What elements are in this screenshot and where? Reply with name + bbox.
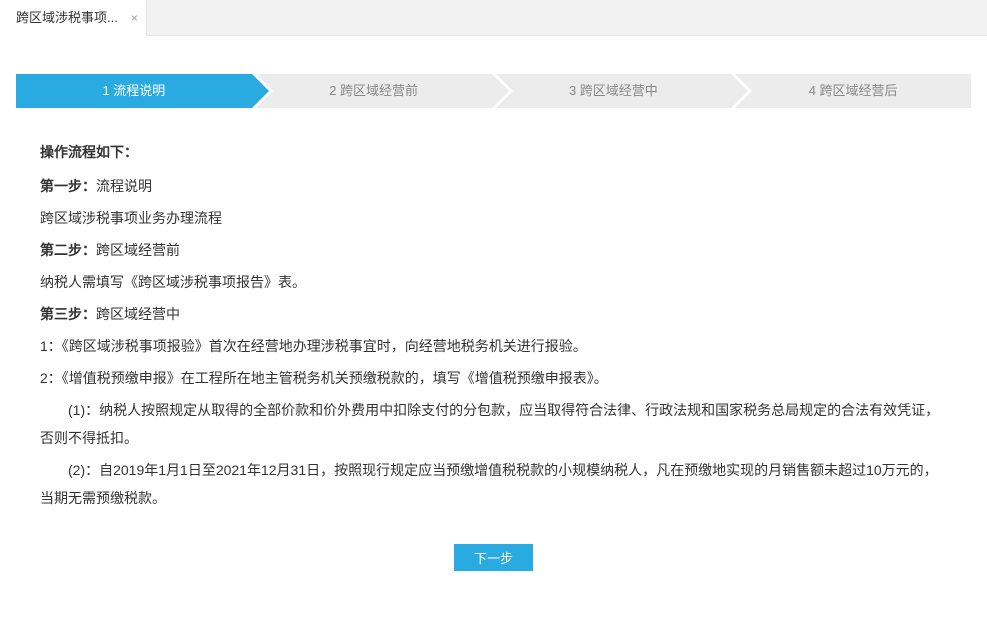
next-button[interactable]: 下一步	[454, 544, 533, 571]
step1-heading: 第一步：流程说明	[40, 172, 947, 200]
step2-title: 跨区域经营前	[96, 242, 180, 258]
content-headline: 操作流程如下：	[40, 138, 947, 166]
step-label: 流程说明	[113, 83, 165, 98]
step-process-desc[interactable]: 1 流程说明	[16, 74, 252, 108]
step1-title: 流程说明	[96, 178, 152, 194]
step3-line1: 1：《跨区域涉税事项报验》首次在经营地办理涉税事宜时，向经营地税务机关进行报验。	[40, 332, 947, 360]
step-after-op[interactable]: 4 跨区域经营后	[735, 74, 971, 108]
step3-sub2: (2)：自2019年1月1日至2021年12月31日，按照现行规定应当预缴增值税…	[40, 456, 947, 512]
step3-sub1: (1)：纳税人按照规定从取得的全部价款和价外费用中扣除支付的分包款，应当取得符合…	[40, 396, 947, 452]
step3-line2: 2：《增值税预缴申报》在工程所在地主管税务机关预缴税款的，填写《增值税预缴申报表…	[40, 364, 947, 392]
step2-heading: 第二步：跨区域经营前	[40, 236, 947, 264]
step-during-op[interactable]: 3 跨区域经营中	[496, 74, 732, 108]
step-before-op[interactable]: 2 跨区域经营前	[256, 74, 492, 108]
step3-heading: 第三步：跨区域经营中	[40, 300, 947, 328]
step1-label: 第一步：	[40, 178, 96, 194]
step-indicator: 1 流程说明 2 跨区域经营前 3 跨区域经营中 4 跨区域经营后	[0, 74, 987, 108]
close-icon[interactable]: ×	[131, 12, 138, 24]
step-label: 跨区域经营前	[340, 83, 418, 98]
step-num: 3	[569, 83, 576, 98]
footer: 下一步	[0, 516, 987, 581]
tab-cross-region[interactable]: 跨区域涉税事项... ×	[0, 0, 147, 36]
step1-body: 跨区域涉税事项业务办理流程	[40, 204, 947, 232]
step-num: 1	[102, 83, 109, 98]
step3-label: 第三步：	[40, 306, 96, 322]
step-label: 跨区域经营后	[820, 83, 898, 98]
step3-title: 跨区域经营中	[96, 306, 180, 322]
step-num: 4	[809, 83, 816, 98]
step-label: 跨区域经营中	[580, 83, 658, 98]
step2-body: 纳税人需填写《跨区域涉税事项报告》表。	[40, 268, 947, 296]
tab-bar: 跨区域涉税事项... ×	[0, 0, 987, 36]
content-area: 操作流程如下： 第一步：流程说明 跨区域涉税事项业务办理流程 第二步：跨区域经营…	[0, 108, 987, 512]
step-num: 2	[329, 83, 336, 98]
step2-label: 第二步：	[40, 242, 96, 258]
tab-label: 跨区域涉税事项...	[16, 10, 118, 25]
